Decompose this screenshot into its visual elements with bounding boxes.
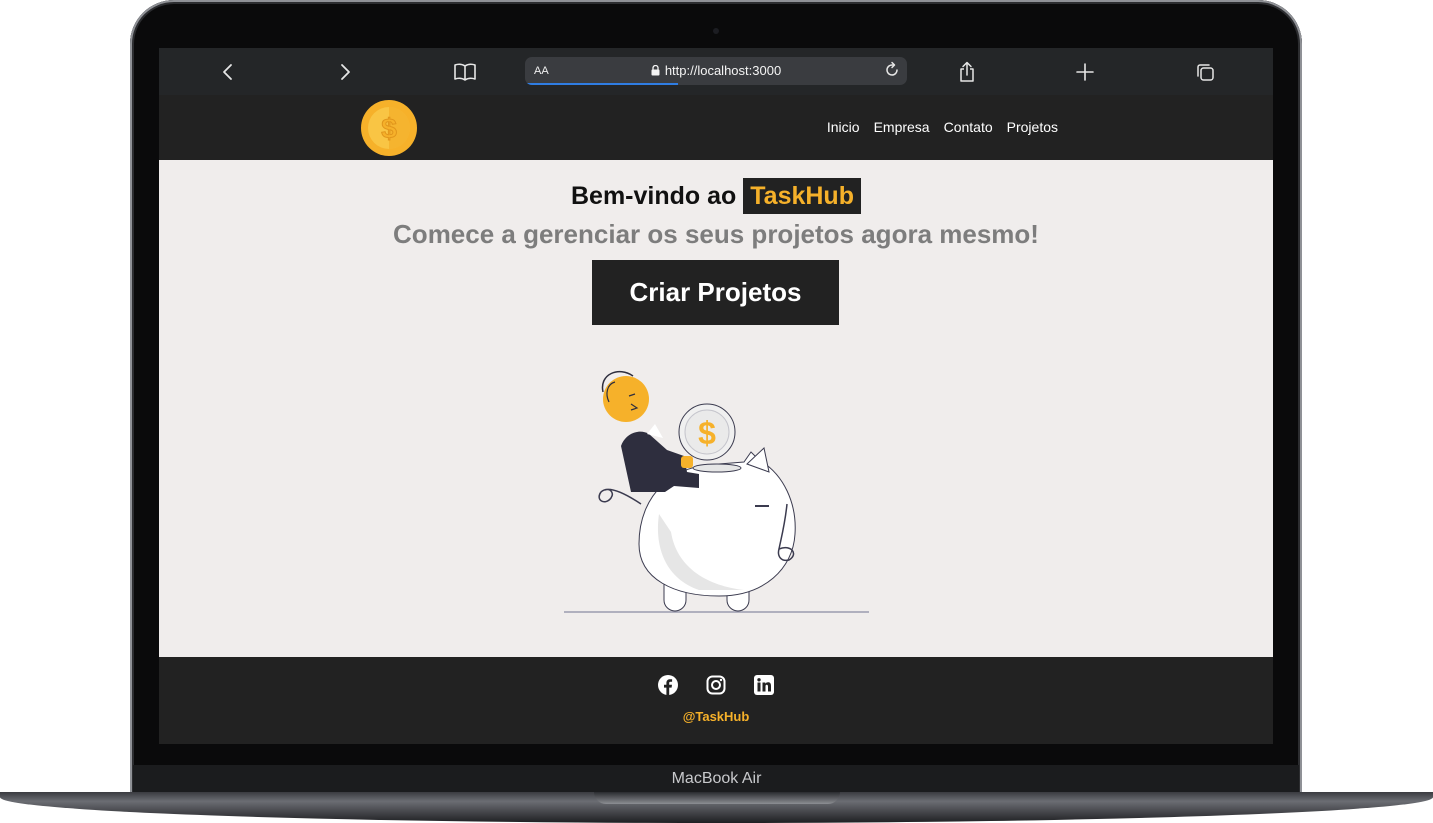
camera xyxy=(713,28,719,34)
lock-icon xyxy=(651,64,660,79)
address-bar[interactable]: AA http://localhost:3000 xyxy=(525,57,907,85)
piggy-bank-illustration: $ xyxy=(559,364,879,624)
nav-contato[interactable]: Contato xyxy=(944,119,993,135)
site-footer: @TaskHub xyxy=(159,657,1273,744)
bookmarks-icon[interactable] xyxy=(452,59,478,85)
share-icon[interactable] xyxy=(954,59,980,85)
laptop-notch xyxy=(594,792,840,804)
facebook-icon[interactable] xyxy=(658,675,678,695)
hero-subtitle: Comece a gerenciar os seus projetos agor… xyxy=(393,219,1039,249)
main-nav: Inicio Empresa Contato Projetos xyxy=(827,119,1058,135)
screen: AA http://localhost:3000 $ Inicio Empres… xyxy=(159,48,1273,744)
nav-empresa[interactable]: Empresa xyxy=(874,119,930,135)
url-text[interactable]: http://localhost:3000 xyxy=(665,63,781,78)
nav-projetos[interactable]: Projetos xyxy=(1007,119,1058,135)
site-header: $ Inicio Empresa Contato Projetos xyxy=(159,95,1273,160)
coin-dollar-icon[interactable]: $ xyxy=(360,99,418,161)
new-tab-icon[interactable] xyxy=(1072,59,1098,85)
forward-icon[interactable] xyxy=(332,59,358,85)
browser-toolbar: AA http://localhost:3000 xyxy=(159,48,1273,95)
footer-handle: @TaskHub xyxy=(682,709,750,724)
social-links xyxy=(159,675,1273,695)
linkedin-icon[interactable] xyxy=(754,675,774,695)
device-brand-label: MacBook Air xyxy=(671,770,762,787)
create-projects-button[interactable]: Criar Projetos xyxy=(592,260,839,325)
svg-text:$: $ xyxy=(698,415,716,451)
page-load-progress xyxy=(525,83,678,85)
instagram-icon[interactable] xyxy=(706,675,726,695)
svg-text:$: $ xyxy=(381,113,397,144)
nav-inicio[interactable]: Inicio xyxy=(827,119,860,135)
hero-title-prefix: Bem-vindo ao xyxy=(571,182,737,210)
brand-badge: TaskHub xyxy=(743,178,861,214)
back-icon[interactable] xyxy=(215,59,241,85)
tabs-overview-icon[interactable] xyxy=(1192,59,1218,85)
reload-icon[interactable] xyxy=(883,61,901,83)
hero-title: Bem-vindo ao TaskHub xyxy=(159,178,1273,214)
